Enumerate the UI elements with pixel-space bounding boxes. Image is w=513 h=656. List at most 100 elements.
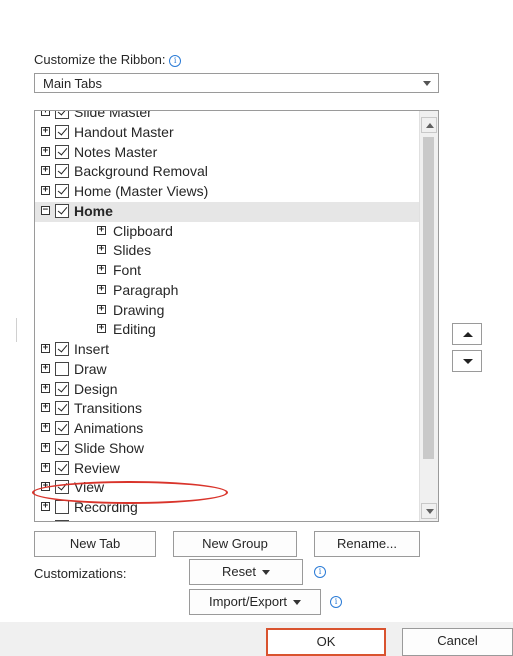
- checkbox[interactable]: [55, 500, 69, 514]
- expand-icon[interactable]: +: [41, 383, 50, 393]
- cancel-button[interactable]: Cancel: [402, 628, 513, 656]
- tree-item-background-removal[interactable]: + Background Removal: [35, 162, 420, 182]
- tree-item-font[interactable]: + Font: [35, 261, 420, 281]
- tree-item-label: Slide Show: [74, 439, 145, 456]
- ribbon-tabs-dropdown[interactable]: Main Tabs: [34, 73, 439, 93]
- checkbox[interactable]: [55, 460, 69, 475]
- tree-item-label: Editing: [113, 321, 156, 338]
- expand-icon[interactable]: +: [41, 442, 50, 452]
- expand-icon[interactable]: +: [97, 324, 106, 334]
- ribbon-tabs-dropdown-value: Main Tabs: [43, 76, 103, 91]
- tree-item-insert[interactable]: + Insert: [35, 340, 420, 360]
- scroll-down-icon[interactable]: [421, 503, 437, 519]
- checkbox[interactable]: [55, 342, 69, 356]
- left-divider: [16, 318, 17, 342]
- customize-ribbon-text: Customize the Ribbon:: [34, 52, 166, 67]
- reset-button[interactable]: Reset: [189, 559, 303, 585]
- scroll-thumb[interactable]: [423, 137, 434, 459]
- tree-item-transitions[interactable]: + Transitions: [35, 399, 420, 419]
- tree-item-handout-master[interactable]: + Handout Master: [35, 123, 420, 143]
- info-icon: i: [330, 596, 342, 608]
- tree-item-label: Transitions: [74, 400, 142, 417]
- tree-item-clipboard[interactable]: + Clipboard: [35, 222, 420, 242]
- checkbox[interactable]: [55, 203, 69, 218]
- expand-icon[interactable]: +: [41, 502, 50, 511]
- chevron-down-icon: [261, 570, 270, 576]
- tree-item-home[interactable]: − Home: [35, 201, 420, 222]
- tree-item-label: Developer: [74, 519, 138, 521]
- expand-icon[interactable]: +: [41, 403, 50, 413]
- chevron-down-icon: [293, 600, 302, 606]
- tree-item-developer[interactable]: +Developer: [35, 518, 420, 521]
- tree-item-slide-show[interactable]: + Slide Show: [35, 439, 420, 459]
- tree-item-label: Notes Master: [74, 143, 158, 160]
- customizations-label: Customizations:: [34, 566, 127, 581]
- info-icon: i: [314, 566, 326, 578]
- checkbox[interactable]: [55, 381, 69, 396]
- expand-icon[interactable]: +: [97, 225, 106, 235]
- tree-scrollbar[interactable]: [419, 111, 438, 521]
- tree-item-home-master-views[interactable]: + Home (Master Views): [35, 182, 420, 202]
- tree-item-label: Insert: [74, 341, 110, 357]
- expand-icon[interactable]: +: [41, 423, 50, 432]
- checkbox[interactable]: [55, 184, 69, 198]
- expand-icon[interactable]: +: [97, 245, 106, 255]
- tree-item-label: Home: [74, 202, 113, 219]
- tree-item-slide-master[interactable]: + Slide Master: [35, 110, 420, 123]
- tree-item-label: Review: [74, 459, 120, 476]
- expand-icon[interactable]: +: [97, 304, 106, 314]
- info-icon: i: [169, 54, 182, 67]
- tree-item-label: Animations: [74, 420, 144, 436]
- tree-item-label: Clipboard: [113, 222, 173, 239]
- tree-item-label: Slide Master: [74, 110, 152, 120]
- expand-icon[interactable]: +: [97, 284, 106, 294]
- tree-item-label: Design: [74, 380, 118, 397]
- checkbox[interactable]: [55, 519, 69, 521]
- tree-item-animations[interactable]: + Animations: [35, 419, 420, 439]
- tree-item-drawing[interactable]: + Drawing: [35, 301, 420, 321]
- tree-item-label: Home (Master Views): [74, 183, 209, 199]
- expand-icon[interactable]: +: [97, 265, 106, 274]
- tree-item-slides[interactable]: + Slides: [35, 241, 420, 261]
- scroll-up-icon[interactable]: [421, 117, 437, 133]
- collapse-icon[interactable]: −: [41, 205, 50, 215]
- import-export-button[interactable]: Import/Export: [189, 589, 321, 615]
- tree-item-design[interactable]: + Design: [35, 380, 420, 400]
- tree-item-review[interactable]: + Review: [35, 459, 420, 479]
- rename-button[interactable]: Rename...: [314, 531, 420, 557]
- tree-item-draw[interactable]: + Draw: [35, 360, 420, 380]
- ribbon-tree[interactable]: + Slide Master + Handout Master + Notes Maste…: [34, 110, 439, 522]
- checkbox[interactable]: [55, 440, 69, 455]
- tree-item-editing[interactable]: + Editing: [35, 320, 420, 340]
- tree-item-label: Draw: [74, 360, 107, 377]
- expand-icon[interactable]: +: [41, 126, 50, 136]
- tree-item-label: Paragraph: [113, 281, 179, 298]
- tree-item-paragraph[interactable]: + Paragraph: [35, 281, 420, 301]
- expand-icon[interactable]: +: [41, 186, 50, 195]
- tree-item-label: Slides: [113, 242, 152, 259]
- checkbox[interactable]: [55, 124, 69, 139]
- move-up-button[interactable]: [452, 323, 482, 345]
- expand-icon[interactable]: +: [41, 363, 50, 373]
- ok-button[interactable]: OK: [266, 628, 386, 656]
- expand-icon[interactable]: +: [41, 111, 50, 116]
- checkbox[interactable]: [55, 401, 69, 416]
- annotation-ellipse: [32, 481, 228, 504]
- checkbox[interactable]: [55, 144, 69, 159]
- new-tab-button[interactable]: New Tab: [34, 531, 156, 557]
- tree-item-label: Font: [113, 262, 142, 278]
- expand-icon[interactable]: +: [41, 462, 50, 472]
- tree-item-notes-master[interactable]: + Notes Master: [35, 143, 420, 163]
- customize-ribbon-label: Customize the Ribbon: i: [34, 52, 182, 67]
- new-group-button[interactable]: New Group: [173, 531, 297, 557]
- expand-icon[interactable]: +: [41, 344, 50, 353]
- checkbox[interactable]: [55, 111, 69, 119]
- checkbox[interactable]: [55, 421, 69, 435]
- chevron-down-icon: [423, 81, 431, 86]
- checkbox[interactable]: [55, 361, 69, 376]
- expand-icon[interactable]: +: [41, 166, 50, 176]
- checkbox[interactable]: [55, 164, 69, 179]
- expand-icon[interactable]: +: [41, 146, 50, 156]
- tree-item-label: Handout Master: [74, 123, 174, 140]
- move-down-button[interactable]: [452, 350, 482, 372]
